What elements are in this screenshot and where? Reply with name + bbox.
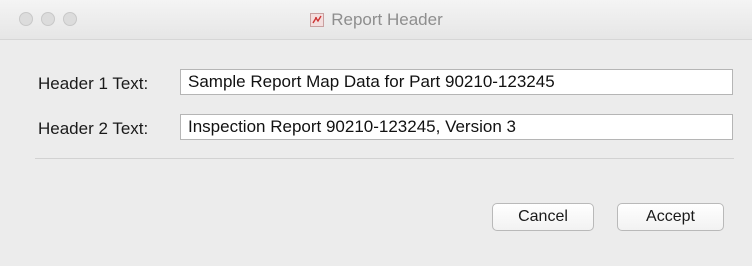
divider [35,158,734,159]
header-1-label: Header 1 Text: [38,74,149,93]
accept-button[interactable]: Accept [617,203,724,231]
report-document-icon [309,12,325,28]
header-2-input[interactable] [180,114,733,140]
cancel-button[interactable]: Cancel [492,203,594,231]
title-bar[interactable]: Report Header [0,0,752,40]
header-1-input[interactable] [180,69,733,95]
window-title: Report Header [331,10,443,29]
report-header-dialog: Report Header Header 1 Text: Header 2 Te… [0,0,752,266]
header-2-label: Header 2 Text: [38,119,149,138]
window-title-group: Report Header [0,0,752,40]
